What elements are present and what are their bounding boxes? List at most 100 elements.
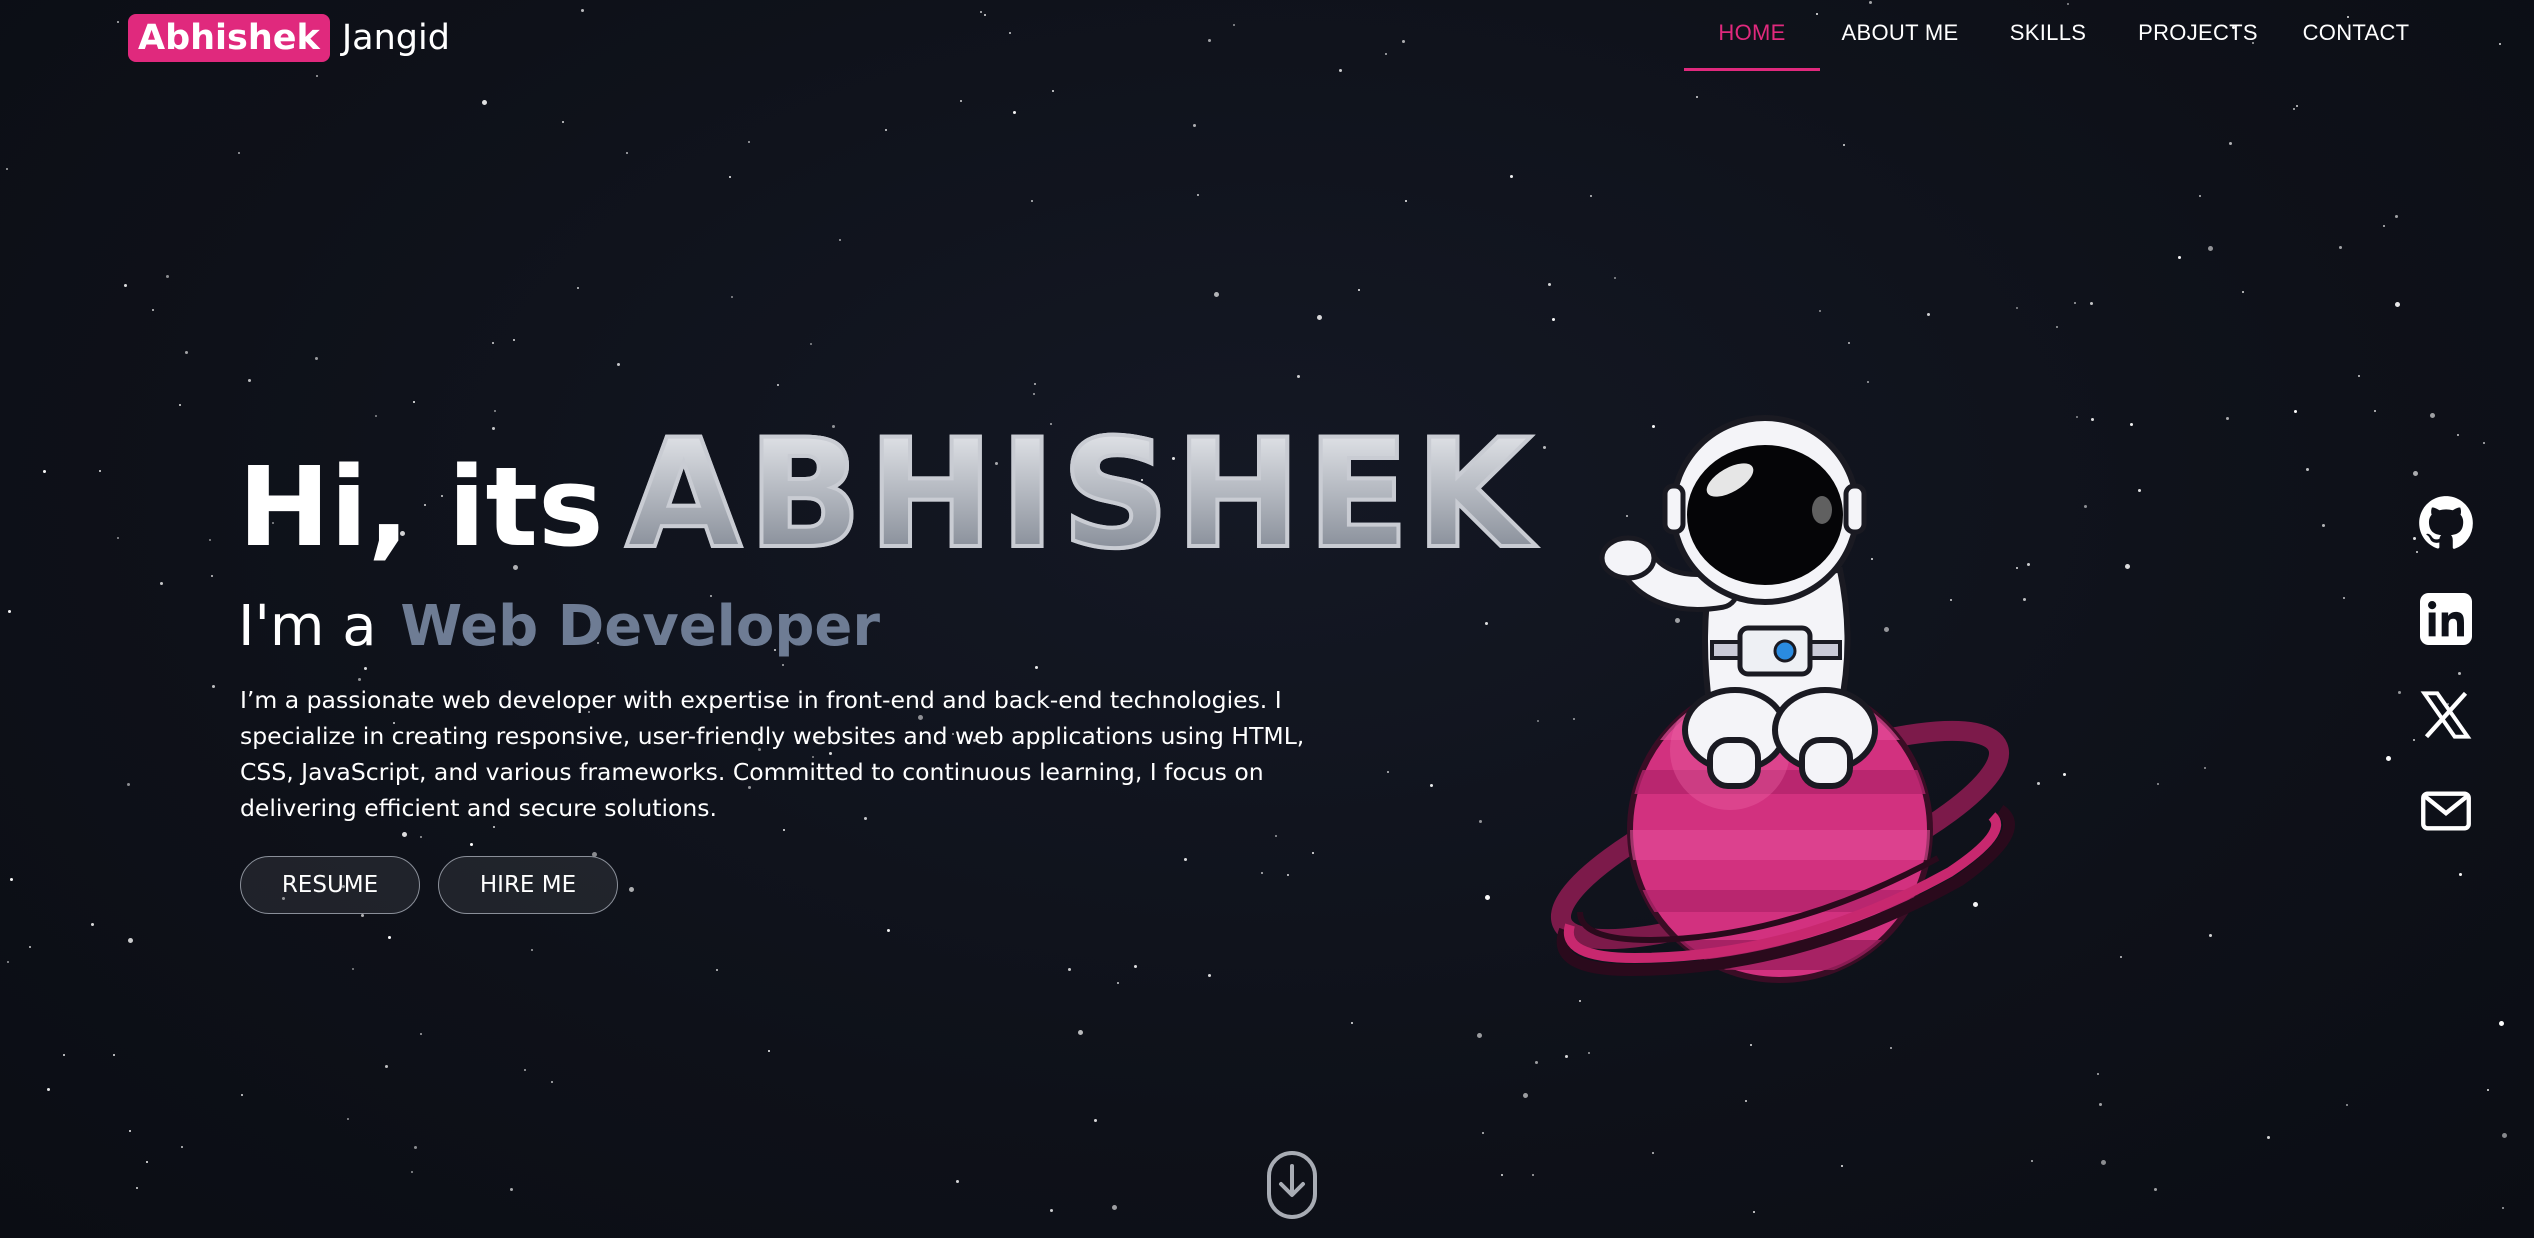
star — [2199, 195, 2201, 197]
mail-icon[interactable] — [2418, 783, 2474, 839]
star — [783, 829, 785, 831]
star — [2430, 413, 2435, 418]
star — [2487, 1089, 2489, 1091]
star — [2395, 302, 2400, 307]
star — [2294, 410, 2297, 413]
star — [2097, 1073, 2099, 1075]
star — [1696, 96, 1698, 98]
star — [2226, 417, 2229, 420]
nav-home[interactable]: HOME — [1684, 20, 1820, 72]
star — [551, 1081, 553, 1083]
star — [2267, 1136, 2270, 1139]
star — [1816, 13, 1818, 15]
hire-me-button[interactable]: HIRE ME — [438, 856, 618, 914]
star — [113, 1054, 115, 1056]
star — [2502, 1207, 2504, 1209]
star — [1052, 90, 1054, 92]
star — [2242, 291, 2244, 293]
star — [2386, 756, 2391, 761]
linkedin-icon[interactable] — [2418, 591, 2474, 647]
star — [160, 582, 163, 585]
star — [2063, 773, 2066, 776]
star — [1753, 1211, 1755, 1213]
hero-heading: Hi, its ABHISHEK — [238, 418, 1538, 572]
star — [1501, 1174, 1503, 1176]
star — [375, 415, 377, 417]
star — [2037, 782, 2040, 785]
star — [361, 914, 364, 917]
star — [1482, 1132, 1484, 1134]
star — [1841, 1165, 1843, 1167]
scroll-down-icon[interactable] — [1266, 1150, 1318, 1220]
star — [1358, 289, 1360, 291]
star — [768, 1050, 770, 1052]
star — [1867, 381, 1869, 383]
star — [1745, 1100, 1747, 1102]
star — [577, 287, 579, 289]
star — [1261, 872, 1263, 874]
star — [1112, 1205, 1117, 1210]
star — [1117, 982, 1119, 984]
star — [2090, 302, 2093, 305]
star — [1548, 283, 1551, 286]
star — [1750, 1044, 1752, 1046]
star — [2099, 1103, 2102, 1106]
site-logo[interactable]: Abhishek Jangid — [128, 14, 450, 62]
star — [1565, 1055, 1568, 1058]
star — [146, 1161, 148, 1163]
star — [2157, 783, 2159, 785]
nav-contact[interactable]: CONTACT — [2302, 20, 2410, 72]
star — [2499, 1021, 2504, 1026]
star — [29, 946, 31, 948]
github-icon[interactable] — [2418, 495, 2474, 551]
hero-role-line: I'm a Web Developer — [238, 594, 880, 659]
star — [1387, 771, 1389, 773]
star — [2101, 1160, 2106, 1165]
star — [2076, 416, 2078, 418]
star — [1208, 39, 1211, 42]
star — [960, 100, 962, 102]
star — [1208, 974, 1211, 977]
star — [1214, 292, 1219, 297]
x-icon[interactable] — [2418, 687, 2474, 743]
star — [2457, 434, 2459, 436]
star — [2413, 739, 2415, 741]
star — [2383, 225, 2385, 227]
star — [385, 1065, 388, 1068]
star — [1652, 1152, 1654, 1154]
star — [885, 129, 887, 131]
star — [2343, 597, 2345, 599]
resume-button[interactable]: RESUME — [240, 856, 420, 914]
star — [524, 1069, 526, 1071]
star — [839, 239, 841, 241]
star — [10, 878, 13, 881]
star — [2209, 934, 2212, 937]
star — [1927, 313, 1930, 316]
star — [782, 664, 784, 666]
star — [716, 969, 718, 971]
star — [617, 363, 620, 366]
star — [2204, 767, 2206, 769]
star — [2398, 691, 2401, 694]
nav-projects[interactable]: PROJECTS — [2138, 20, 2258, 72]
star — [581, 9, 584, 12]
star — [315, 357, 318, 360]
star — [413, 401, 415, 403]
star — [2067, 3, 2069, 5]
star — [626, 152, 628, 154]
star — [166, 275, 169, 278]
star — [1312, 852, 1314, 854]
star — [352, 968, 354, 970]
star — [1034, 383, 1036, 385]
star — [414, 1146, 417, 1149]
star — [513, 339, 515, 341]
star — [1537, 720, 1539, 722]
star — [1588, 1052, 1590, 1054]
star — [2056, 326, 2058, 328]
star — [411, 1171, 413, 1173]
nav-about-me[interactable]: ABOUT ME — [1836, 20, 1964, 72]
star — [1094, 1119, 1097, 1122]
nav-skills[interactable]: SKILLS — [2006, 20, 2090, 72]
star — [1385, 53, 1387, 55]
star — [1819, 310, 1821, 312]
